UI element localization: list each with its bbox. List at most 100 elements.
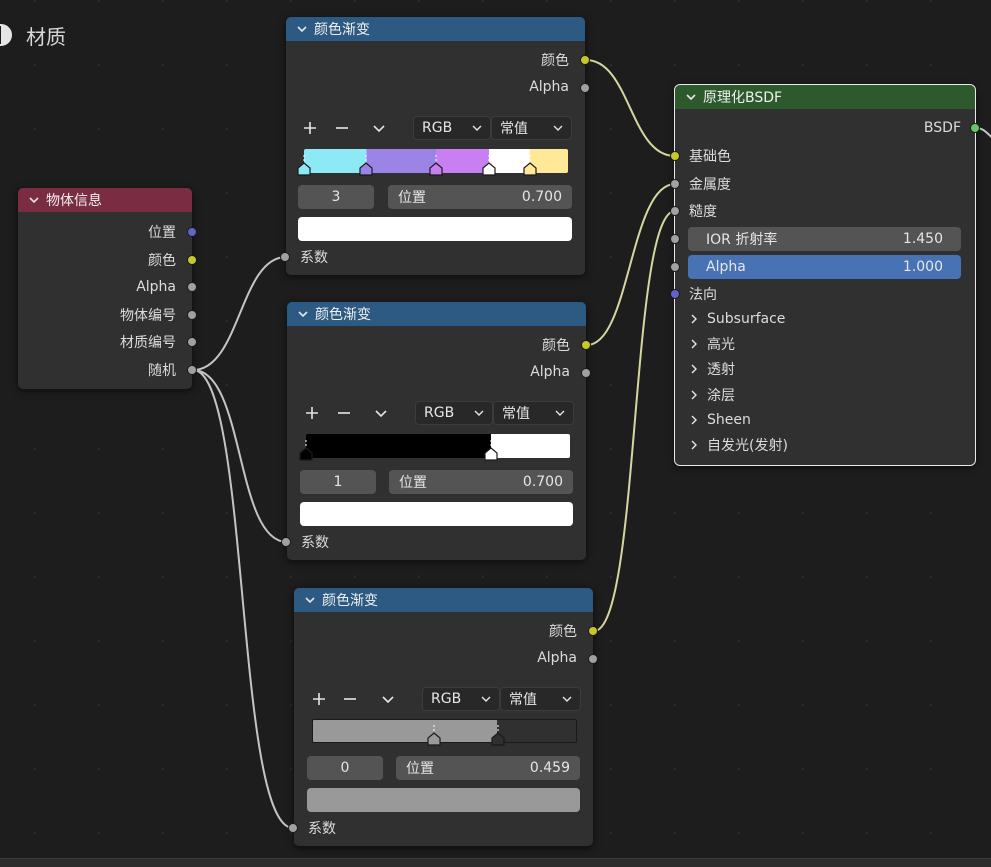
input-fac-label: 系数 — [308, 821, 336, 837]
panel-specular[interactable]: 高光 — [689, 333, 735, 355]
add-stop-button[interactable] — [309, 689, 329, 709]
stop-position-field[interactable]: 位置 0.700 — [389, 470, 573, 494]
chevron-down-icon[interactable] — [297, 308, 309, 320]
ramp-menu-button[interactable] — [369, 118, 389, 138]
color-stop-marker[interactable] — [299, 438, 313, 462]
remove-stop-button[interactable] — [332, 118, 352, 138]
output-material-index-socket[interactable] — [187, 337, 197, 347]
output-alpha-socket[interactable] — [581, 368, 591, 378]
active-stop-index[interactable]: 0 — [307, 756, 383, 780]
color-stop-marker[interactable] — [484, 438, 498, 462]
output-location-socket[interactable] — [187, 227, 197, 237]
plus-icon — [306, 407, 318, 419]
ior-field[interactable]: IOR 折射率 1.450 — [688, 227, 961, 251]
output-color-socket[interactable] — [580, 55, 590, 65]
input-fac-label: 系数 — [300, 250, 328, 266]
input-fac-socket[interactable] — [288, 823, 298, 833]
chevron-down-icon — [555, 410, 565, 416]
chevron-down-icon[interactable] — [28, 194, 40, 206]
input-metallic-socket[interactable] — [670, 179, 680, 189]
node-header[interactable]: 颜色渐变 — [286, 17, 585, 41]
color-mode-dropdown[interactable]: RGB — [422, 687, 500, 711]
plus-icon — [313, 693, 325, 705]
input-alpha-socket[interactable] — [670, 262, 680, 272]
active-stop-index[interactable]: 1 — [300, 470, 376, 494]
panel-subsurface[interactable]: Subsurface — [689, 308, 785, 330]
output-color-socket[interactable] — [588, 626, 598, 636]
stop-color-swatch[interactable] — [298, 217, 572, 241]
input-roughness-socket[interactable] — [670, 206, 680, 216]
alpha-field[interactable]: Alpha 1.000 — [688, 255, 961, 279]
color-stop-marker[interactable] — [523, 153, 537, 177]
remove-stop-button[interactable] — [340, 689, 360, 709]
output-object-index-label: 物体编号 — [120, 308, 176, 324]
color-stop-marker[interactable] — [490, 723, 505, 747]
color-mode-dropdown[interactable]: RGB — [415, 401, 493, 425]
panel-transmission[interactable]: 透射 — [689, 358, 735, 380]
node-header[interactable]: 颜色渐变 — [287, 302, 586, 326]
input-fac-socket[interactable] — [280, 252, 290, 262]
color-stop-marker[interactable] — [297, 153, 311, 177]
active-stop-index[interactable]: 3 — [298, 185, 374, 209]
input-roughness-label: 糙度 — [689, 204, 717, 220]
output-random-socket[interactable] — [187, 365, 197, 375]
color-stop-marker[interactable] — [359, 153, 373, 177]
chevron-down-icon[interactable] — [304, 594, 316, 606]
chevron-down-icon — [481, 696, 491, 702]
interpolation-dropdown[interactable]: 常值 — [500, 687, 581, 711]
panel-label: Subsurface — [707, 311, 786, 327]
color-stop-marker[interactable] — [429, 153, 443, 177]
output-color-socket[interactable] — [581, 340, 591, 350]
node-header[interactable]: 物体信息 — [18, 188, 192, 212]
ramp-menu-button[interactable] — [371, 403, 391, 423]
input-ior-socket[interactable] — [670, 234, 680, 244]
add-stop-button[interactable] — [302, 403, 322, 423]
stop-color-swatch[interactable] — [307, 788, 580, 812]
color-ramp-node-2[interactable]: 颜色渐变 颜色 Alpha RGB 常值 1 位置 0.700 系数 — [281, 302, 591, 560]
link-ramp3-roughness — [593, 210, 676, 632]
input-normal-socket[interactable] — [670, 289, 680, 299]
interpolation-value: 常值 — [502, 406, 530, 422]
interpolation-dropdown[interactable]: 常值 — [491, 116, 572, 140]
output-alpha-label: Alpha — [136, 279, 176, 295]
chevron-right-icon — [691, 314, 697, 324]
output-alpha-socket[interactable] — [588, 654, 598, 664]
plus-icon — [304, 122, 316, 134]
color-mode-dropdown[interactable]: RGB — [413, 116, 491, 140]
chevron-down-icon[interactable] — [296, 23, 308, 35]
panel-sheen[interactable]: Sheen — [689, 409, 751, 431]
panel-coat[interactable]: 涂层 — [689, 384, 735, 406]
color-ramp-node-1[interactable]: 颜色渐变 颜色 Alpha RGB 常值 3 位置 0.700 系数 — [280, 17, 590, 275]
color-ramp-node-3[interactable]: 颜色渐变 颜色 Alpha RGB 常值 0 位置 0.459 系数 — [288, 588, 598, 846]
stop-color-swatch[interactable] — [300, 502, 573, 526]
chevron-down-icon[interactable] — [685, 91, 697, 103]
principled-bsdf-node[interactable]: 原理化BSDF BSDF 基础色 金属度 糙度 IOR 折射率 1.450 Al… — [670, 84, 980, 466]
output-bsdf-socket[interactable] — [970, 123, 980, 133]
output-color-label: 颜色 — [549, 624, 577, 640]
output-alpha-label: Alpha — [530, 364, 570, 380]
output-color-label: 颜色 — [542, 338, 570, 354]
output-alpha-socket[interactable] — [187, 282, 197, 292]
object-info-node[interactable]: 物体信息 位置 颜色 Alpha 物体编号 材质编号 随机 — [18, 188, 197, 389]
node-header[interactable]: 原理化BSDF — [675, 85, 975, 109]
stop-position-field[interactable]: 位置 0.700 — [388, 185, 572, 209]
remove-stop-button[interactable] — [334, 403, 354, 423]
stop-position-field[interactable]: 位置 0.459 — [396, 756, 580, 780]
add-stop-button[interactable] — [300, 118, 320, 138]
interpolation-dropdown[interactable]: 常值 — [493, 401, 574, 425]
input-fac-socket[interactable] — [281, 537, 291, 547]
output-color-socket[interactable] — [187, 255, 197, 265]
color-stop-marker[interactable] — [482, 153, 496, 177]
color-ramp-bar[interactable] — [306, 434, 570, 458]
panel-emission[interactable]: 自发光(发射) — [689, 434, 788, 456]
output-alpha-socket[interactable] — [580, 83, 590, 93]
chevron-right-icon — [691, 339, 697, 349]
ramp-menu-button[interactable] — [378, 689, 398, 709]
output-object-index-socket[interactable] — [187, 310, 197, 320]
output-material-index-label: 材质编号 — [120, 335, 176, 351]
node-header[interactable]: 颜色渐变 — [294, 588, 593, 612]
color-ramp-bar[interactable] — [312, 719, 577, 743]
output-bsdf-label: BSDF — [923, 120, 961, 136]
color-stop-marker[interactable] — [427, 723, 441, 747]
input-base-color-socket[interactable] — [670, 151, 680, 161]
